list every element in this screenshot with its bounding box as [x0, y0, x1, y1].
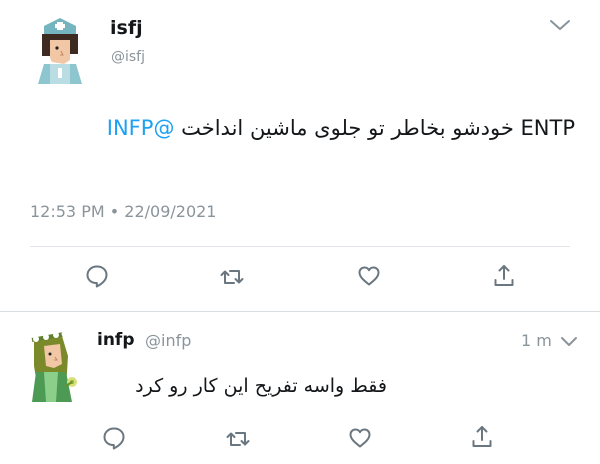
tweet-text: ENTP خودشو بخاطر تو جلوی ماشین انداخت @I… [30, 108, 575, 148]
tweet-text-persian: خودشو بخاطر تو جلوی ماشین انداخت [181, 116, 514, 140]
reply-time[interactable]: 1 m [521, 331, 552, 350]
retweet-icon[interactable] [219, 264, 245, 290]
chevron-down-icon[interactable] [559, 334, 579, 349]
like-icon[interactable] [347, 425, 373, 451]
author-handle[interactable]: @isfj [111, 49, 145, 65]
chevron-down-icon[interactable] [548, 16, 572, 34]
reply-author-handle[interactable]: @infp [145, 331, 191, 350]
author-name[interactable]: isfj [110, 17, 143, 39]
share-icon[interactable] [491, 263, 517, 289]
infp-avatar[interactable] [22, 326, 84, 402]
mention-link[interactable]: @INFP [107, 116, 175, 140]
like-icon[interactable] [356, 263, 382, 289]
tweet-text-latin: ENTP [520, 116, 575, 140]
share-icon[interactable] [469, 424, 495, 450]
isfj-avatar[interactable] [30, 14, 92, 84]
reply-author-name[interactable]: infp [97, 330, 135, 350]
divider [30, 246, 570, 247]
reply-text: فقط واسه تفریح این کار رو کرد [135, 375, 387, 397]
reply-icon[interactable] [84, 263, 110, 289]
tweet-timestamp[interactable]: 12:53 PM • 22/09/2021 [30, 202, 216, 221]
tweet-separator [0, 311, 600, 312]
retweet-icon[interactable] [225, 426, 251, 452]
reply-icon[interactable] [101, 425, 127, 451]
